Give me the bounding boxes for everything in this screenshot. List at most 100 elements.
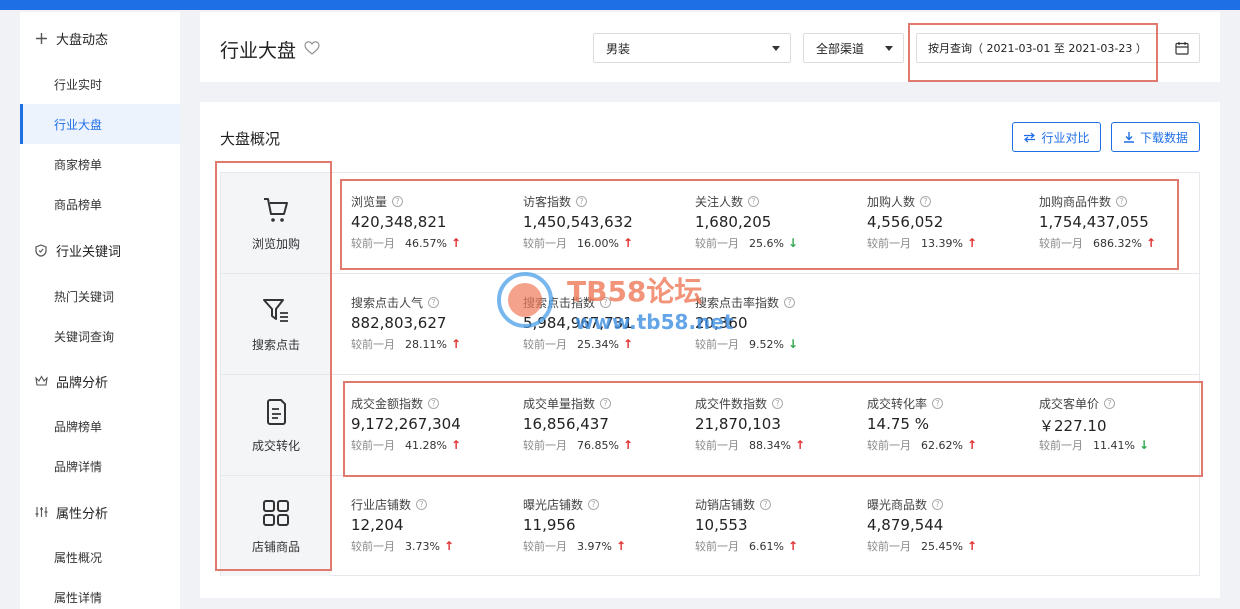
- compare-pct: 11.41%: [1093, 438, 1135, 452]
- arrow-up-icon: ↑: [966, 438, 978, 452]
- compare-pct: 28.11%: [405, 337, 447, 351]
- top-bar: [0, 0, 1240, 10]
- help-icon[interactable]: ?: [748, 196, 760, 207]
- metric-label: 搜索点击人气: [351, 296, 424, 310]
- help-icon[interactable]: ?: [932, 398, 944, 409]
- help-icon[interactable]: ?: [760, 499, 772, 510]
- compare-label: 较前一月: [351, 338, 395, 351]
- category-select[interactable]: 男装: [593, 33, 791, 63]
- metric-value: 4,879,544: [867, 516, 944, 534]
- metric-card: 搜索点击指数? 5,984,967,731 较前一月 25.34% ↑: [523, 274, 695, 374]
- sidebar-group-label: 品牌分析: [56, 375, 109, 391]
- metric-label: 成交客单价: [1039, 397, 1100, 411]
- help-icon[interactable]: ?: [1104, 398, 1116, 409]
- compare-label: 较前一月: [695, 338, 739, 351]
- filter-icon: [263, 298, 288, 322]
- sidebar-item-hot-keywords[interactable]: 热门关键词: [20, 276, 180, 316]
- sidebar-item-merchant-rank[interactable]: 商家榜单: [20, 144, 180, 184]
- metric-label: 成交转化率: [867, 397, 928, 411]
- metrics-row-browse: 浏览加购 浏览量? 420,348,821 较前一月 46.57% ↑ 访客指数? …: [221, 173, 1199, 274]
- compare-label: 较前一月: [695, 439, 739, 452]
- arrow-up-icon: ↑: [450, 337, 462, 351]
- help-icon[interactable]: ?: [428, 398, 440, 409]
- download-icon: [1123, 132, 1134, 143]
- sidebar-group-attributes[interactable]: 属性分析: [20, 492, 180, 532]
- heart-icon[interactable]: [304, 40, 320, 56]
- page-title: 行业大盘: [220, 40, 297, 62]
- help-icon[interactable]: ?: [772, 398, 784, 409]
- help-icon[interactable]: ?: [588, 499, 600, 510]
- sliders-icon: [34, 505, 48, 519]
- sidebar-group-keywords[interactable]: 行业关键词: [20, 230, 180, 270]
- help-icon[interactable]: ?: [920, 196, 932, 207]
- compare-label: 较前一月: [523, 237, 567, 250]
- metric-label: 关注人数: [695, 195, 744, 209]
- arrow-up-icon: ↑: [966, 236, 978, 250]
- sidebar-item-brand-rank[interactable]: 品牌榜单: [20, 406, 180, 446]
- help-icon[interactable]: ?: [784, 297, 796, 308]
- metric-card: 加购人数? 4,556,052 较前一月 13.39% ↑: [867, 173, 1039, 273]
- help-icon[interactable]: ?: [600, 398, 612, 409]
- sidebar-item-attr-detail[interactable]: 属性详情: [20, 577, 180, 609]
- help-icon[interactable]: ?: [576, 196, 588, 207]
- metric-label: 曝光商品数: [867, 498, 928, 512]
- cart-icon: [264, 197, 288, 222]
- help-icon[interactable]: ?: [416, 499, 428, 510]
- category-search: 搜索点击: [221, 274, 331, 374]
- metric-value: 20,360: [695, 314, 748, 332]
- metric-label: 访客指数: [523, 195, 572, 209]
- arrow-up-icon: ↑: [794, 438, 806, 452]
- channel-select[interactable]: 全部渠道: [803, 33, 904, 63]
- compare-pct: 62.62%: [921, 438, 963, 452]
- help-icon[interactable]: ?: [392, 196, 404, 207]
- sidebar-group-label: 属性分析: [56, 506, 109, 522]
- help-icon[interactable]: ?: [932, 499, 944, 510]
- compare-label: 较前一月: [351, 439, 395, 452]
- help-icon[interactable]: ?: [600, 297, 612, 308]
- download-data-label: 下载数据: [1139, 130, 1188, 145]
- sidebar-item-product-rank[interactable]: 商品榜单: [20, 184, 180, 224]
- sidebar-item-realtime[interactable]: 行业实时: [20, 64, 180, 104]
- category-label: 浏览加购: [251, 236, 300, 251]
- metric-card: 成交客单价? ￥227.10 较前一月 11.41% ↓: [1039, 375, 1211, 475]
- compare-pct: 46.57%: [405, 236, 447, 250]
- metric-value: 21,870,103: [695, 415, 781, 433]
- industry-compare-button[interactable]: 行业对比: [1012, 122, 1101, 152]
- sidebar-item-industry-overview[interactable]: 行业大盘: [20, 104, 180, 144]
- metric-card: 曝光店铺数? 11,956 较前一月 3.97% ↑: [523, 476, 695, 576]
- metric-label: 成交金额指数: [351, 397, 424, 411]
- sidebar-group-market[interactable]: 大盘动态: [20, 18, 180, 58]
- download-data-button[interactable]: 下载数据: [1111, 122, 1200, 152]
- arrow-up-icon: ↑: [787, 539, 799, 553]
- compare-label: 较前一月: [523, 338, 567, 351]
- arrow-up-icon: ↑: [622, 236, 634, 250]
- metrics-row-conversion: 成交转化 成交金额指数? 9,172,267,304 较前一月 41.28% ↑ 成…: [221, 375, 1199, 476]
- compare-pct: 686.32%: [1093, 236, 1142, 250]
- metric-label: 浏览量: [351, 195, 388, 209]
- metrics-grid: 浏览加购 浏览量? 420,348,821 较前一月 46.57% ↑ 访客指数? …: [220, 172, 1200, 576]
- metric-label: 成交件数指数: [695, 397, 768, 411]
- metric-value: 420,348,821: [351, 213, 447, 231]
- compare-pct: 16.00%: [577, 236, 619, 250]
- help-icon[interactable]: ?: [428, 297, 440, 308]
- calendar-icon[interactable]: [1175, 41, 1189, 55]
- metric-value: 11,956: [523, 516, 576, 534]
- metric-value: ￥227.10: [1039, 417, 1107, 435]
- shield-icon: [34, 243, 48, 257]
- compare-pct: 25.45%: [921, 539, 963, 553]
- metric-label: 成交单量指数: [523, 397, 596, 411]
- date-range-picker[interactable]: 按月查询（ 2021-03-01 至 2021-03-23 ）: [916, 33, 1200, 63]
- metric-label: 加购人数: [867, 195, 916, 209]
- sidebar-group-brand[interactable]: 品牌分析: [20, 361, 180, 401]
- compare-pct: 25.34%: [577, 337, 619, 351]
- document-icon: [267, 398, 286, 425]
- sidebar-item-brand-detail[interactable]: 品牌详情: [20, 446, 180, 486]
- metric-value: 9,172,267,304: [351, 415, 461, 433]
- metric-value: 10,553: [695, 516, 748, 534]
- metric-value: 5,984,967,731: [523, 314, 633, 332]
- help-icon[interactable]: ?: [1116, 196, 1128, 207]
- sidebar-item-attr-overview[interactable]: 属性概况: [20, 537, 180, 577]
- category-label: 成交转化: [251, 438, 300, 453]
- metric-card: 成交转化率? 14.75 % 较前一月 62.62% ↑: [867, 375, 1039, 475]
- sidebar-item-keyword-search[interactable]: 关键词查询: [20, 316, 180, 356]
